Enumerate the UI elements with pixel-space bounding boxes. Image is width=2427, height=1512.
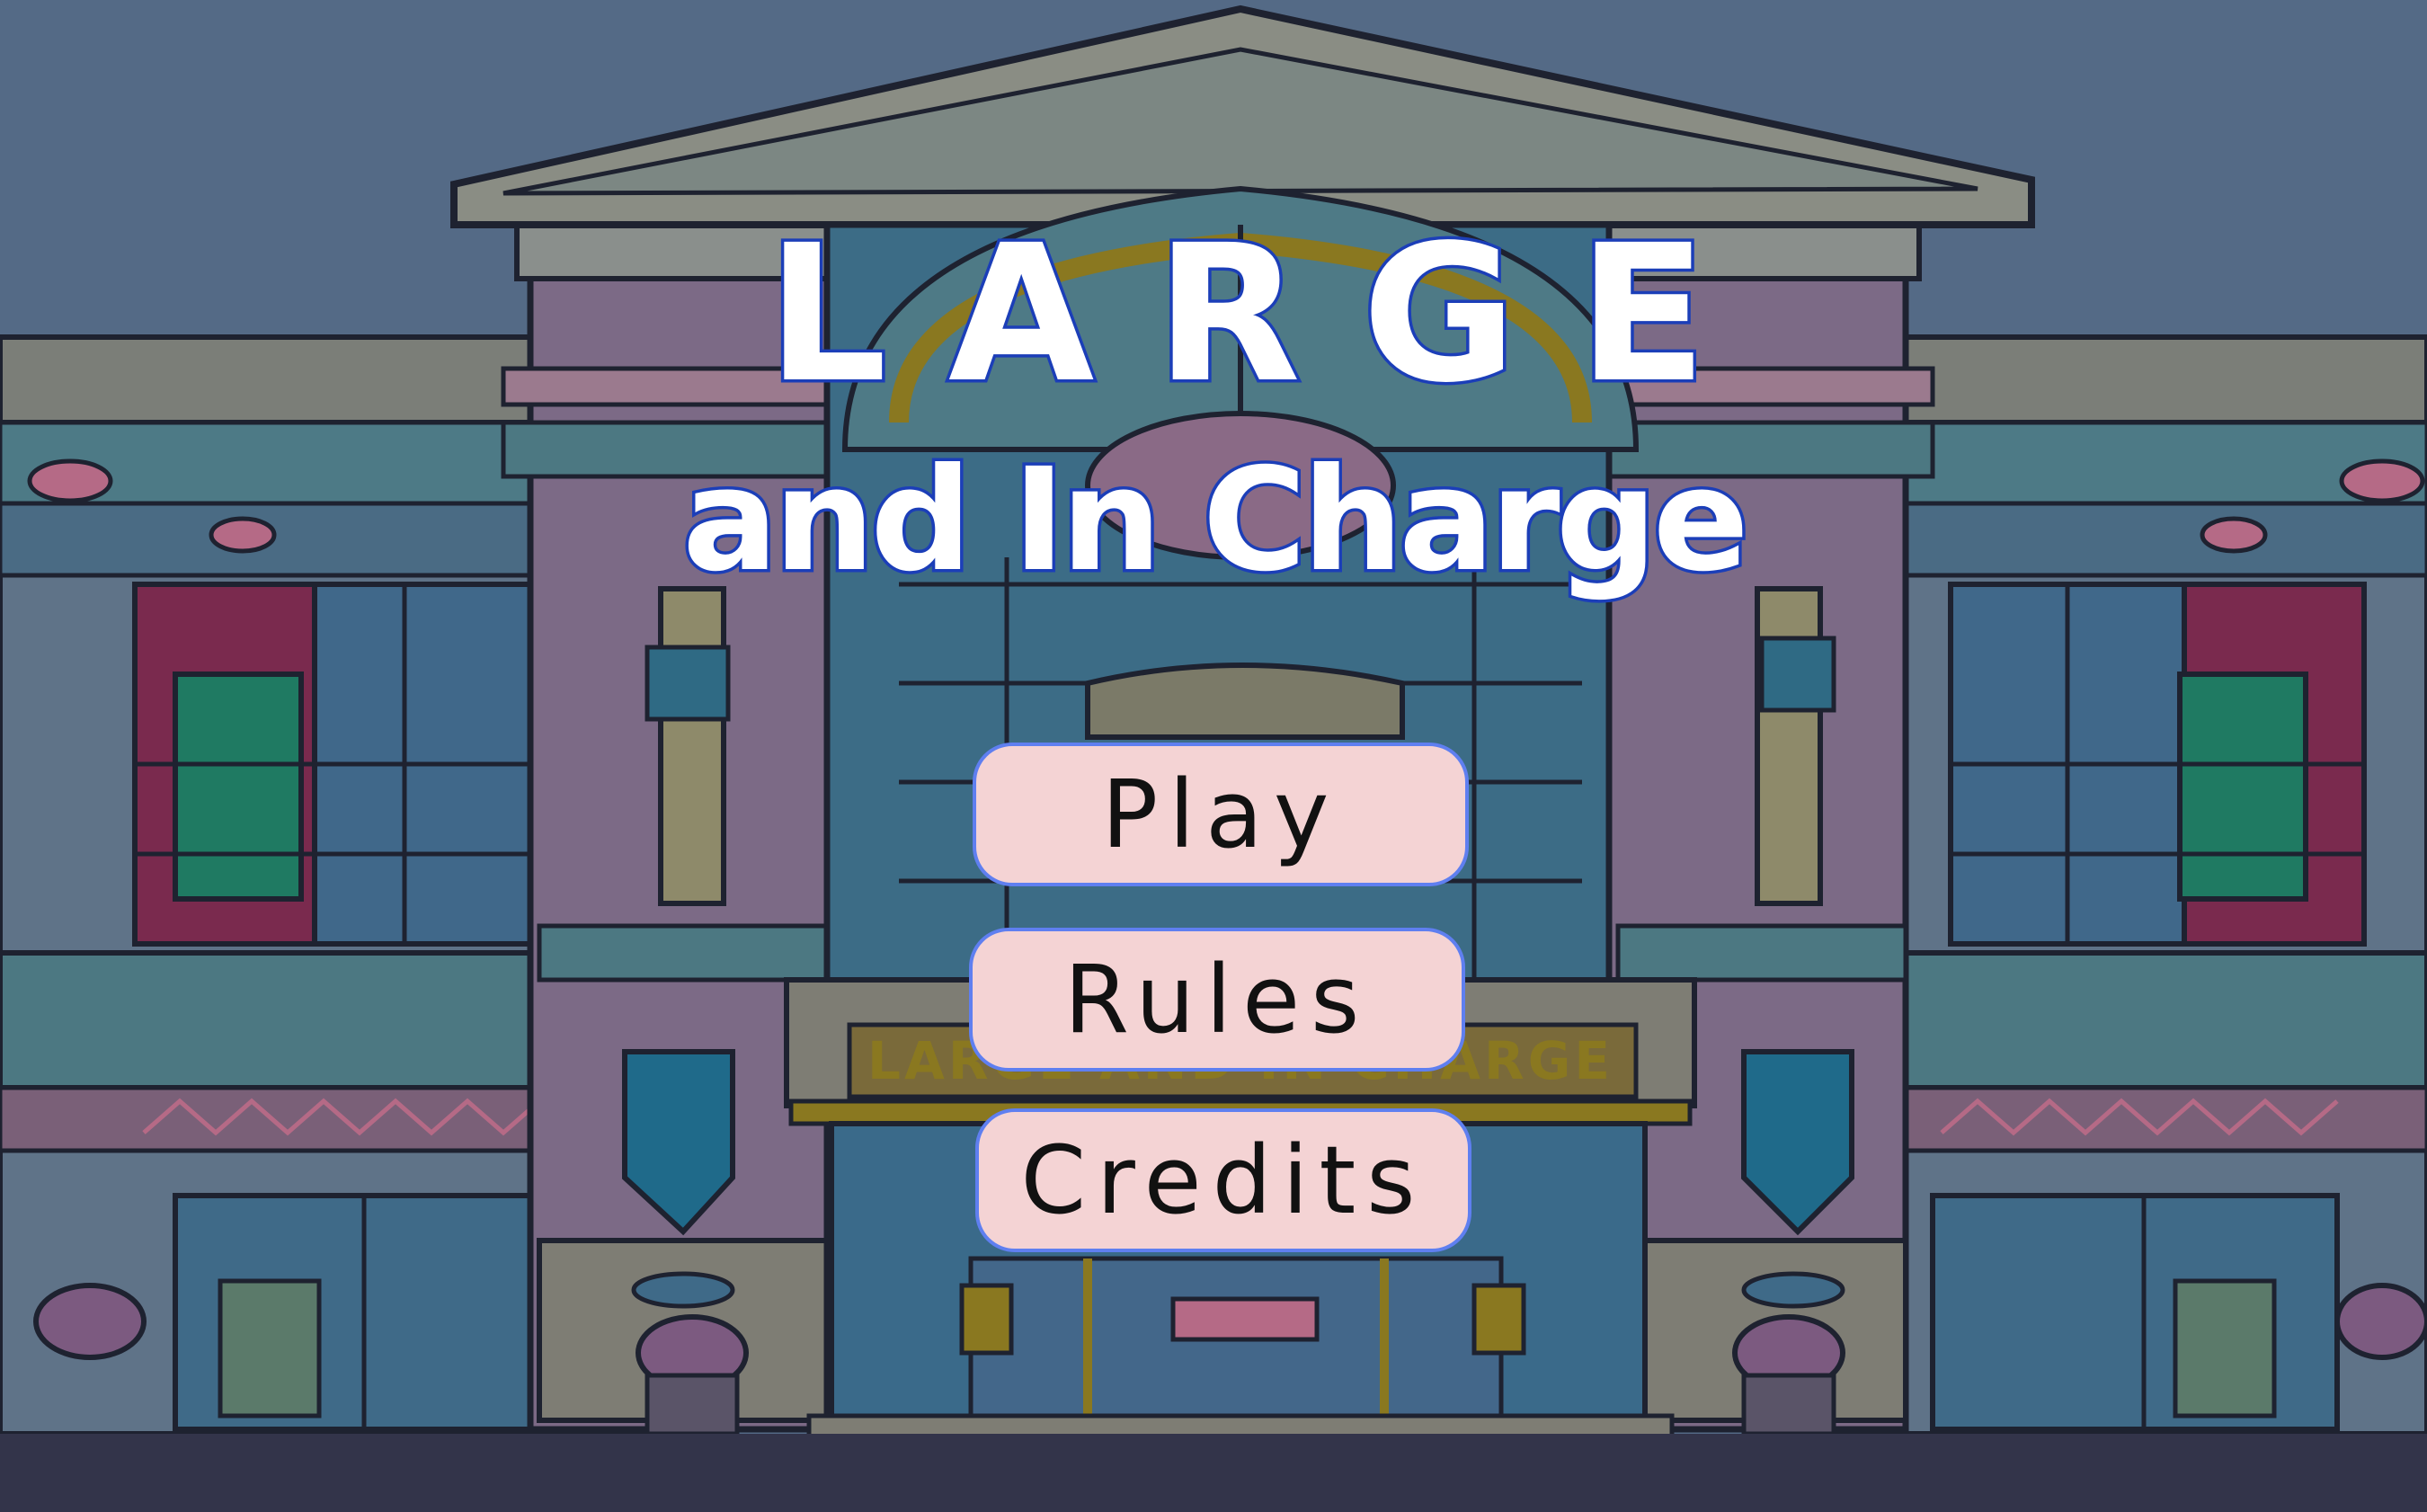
- play-button-label: Play: [1101, 760, 1340, 869]
- rules-button-label: Rules: [1063, 945, 1371, 1054]
- play-button[interactable]: Play: [973, 743, 1469, 886]
- credits-button[interactable]: Credits: [975, 1108, 1471, 1252]
- title-large: LARGE: [764, 204, 1768, 424]
- title-subtitle: and In Charge: [680, 438, 1753, 603]
- rules-button[interactable]: Rules: [969, 928, 1465, 1072]
- credits-button-label: Credits: [1020, 1125, 1427, 1235]
- title-screen: LARGE AND IN CHARGE LARGE and In Charge …: [0, 0, 2427, 1512]
